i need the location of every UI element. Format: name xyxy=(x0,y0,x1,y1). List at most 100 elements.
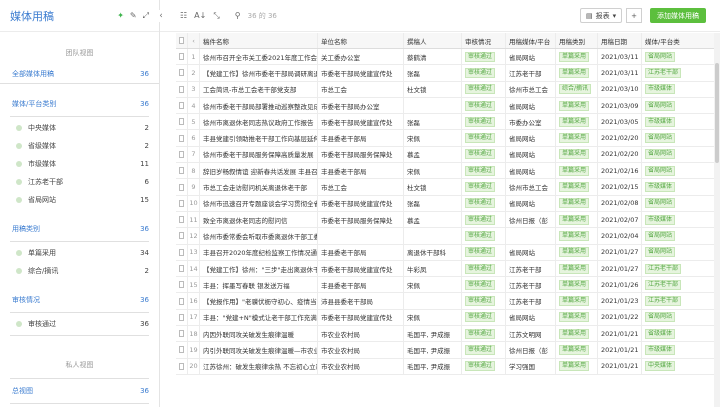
cell-media[interactable]: 江苏老干部 xyxy=(506,293,556,309)
table-row[interactable]: 6 丰县党建引领助推老干部工作向基层延伸 丰县委老干部局 宋佩 审核通过 省局网站 单篇采用… xyxy=(176,130,714,147)
cell-title[interactable]: 致全市离退休老同志的慰问信 xyxy=(200,211,318,228)
all-media-item[interactable]: 全部媒体用稿 36 xyxy=(0,64,159,84)
sidebar-item[interactable]: 中央媒体 2 xyxy=(0,119,159,137)
cell-title[interactable]: 徐州市委常委会听取市委离退休干部工委 xyxy=(200,228,318,244)
table-row[interactable]: 10 徐州市迅速召开专题座谈会学习贯彻全省 市委老干部局党建宣传处 张磊 审核通过 省局网… xyxy=(176,195,714,212)
cell-author[interactable]: 宋佩 xyxy=(404,163,462,179)
row-checkbox[interactable] xyxy=(179,362,184,370)
cell-media[interactable]: 省局网站 xyxy=(506,49,556,65)
table-row[interactable]: 19 内引外联同攻关破发生痕律温暖—市农业 市农业农村局 毛国平, 尹成振 审核通过 徐州… xyxy=(176,342,714,359)
cell-unit[interactable]: 市委老干部局服务保障处 xyxy=(318,211,404,228)
cell-date[interactable]: 2021/03/11 xyxy=(598,65,642,81)
header-type[interactable]: 用稿类别 xyxy=(556,33,598,48)
cell-author[interactable]: 宋佩 xyxy=(404,277,462,293)
header-author[interactable]: 撰稿人 xyxy=(404,33,462,48)
table-row[interactable]: 20 江苏徐州：破发生痕律余热 不忘初心立新功 市农业农村局 毛国平, 尹成振 审核通过… xyxy=(176,358,714,375)
cell-date[interactable]: 2021/01/23 xyxy=(598,293,642,309)
cell-media[interactable] xyxy=(506,228,556,244)
cell-author[interactable]: 牛彩凤 xyxy=(404,260,462,277)
cell-author[interactable] xyxy=(404,293,462,309)
cell-unit[interactable]: 关工委办公室 xyxy=(318,49,404,65)
cell-media[interactable]: 江苏老干部 xyxy=(506,277,556,293)
cell-author[interactable]: 张磊 xyxy=(404,65,462,81)
grid-view-icon[interactable]: ☷ xyxy=(180,11,187,20)
cell-date[interactable]: 2021/01/22 xyxy=(598,309,642,326)
row-checkbox[interactable] xyxy=(179,297,184,305)
cell-author[interactable]: 杜文锁 xyxy=(404,179,462,195)
cell-title[interactable]: 【党建工作】徐州："三步"走出离退休干部 xyxy=(200,260,318,277)
cell-media[interactable]: 徐州市总工会 xyxy=(506,179,556,195)
table-row[interactable]: 8 辞旧岁畅叙情谊 迎新春共话发展 丰县召开 丰县委老干部局 宋佩 审核通过 省局网站 单篇… xyxy=(176,163,714,180)
sidebar-item[interactable]: 省局网站 15 xyxy=(0,191,159,209)
table-row[interactable]: 14 【党建工作】徐州："三步"走出离退休干部 市委老干部局党建宣传处 牛彩凤 审核通过… xyxy=(176,260,714,278)
cell-media[interactable]: 江苏文明网 xyxy=(506,326,556,342)
wrench-icon[interactable]: ✎ xyxy=(130,11,137,21)
cell-title[interactable]: 工会简讯-市总工会老干部党支部 xyxy=(200,81,318,97)
cell-media[interactable]: 省局网站 xyxy=(506,309,556,326)
row-checkbox[interactable] xyxy=(179,53,184,61)
scrollbar[interactable] xyxy=(714,33,720,407)
cell-title[interactable]: 丰县召开2020年度纪检监察工作情况通报 xyxy=(200,244,318,260)
cell-author[interactable]: 宋佩 xyxy=(404,309,462,326)
cell-date[interactable]: 2021/03/05 xyxy=(598,114,642,130)
cell-media[interactable]: 省局网站 xyxy=(506,163,556,179)
cell-unit[interactable]: 丰县委老干部局 xyxy=(318,130,404,146)
cell-author[interactable]: 离退休干部科 xyxy=(404,244,462,260)
cell-unit[interactable]: 市委老干部局党建宣传处 xyxy=(318,114,404,130)
add-report-button[interactable]: + xyxy=(626,8,642,23)
cell-date[interactable]: 2021/02/15 xyxy=(598,179,642,195)
cell-title[interactable]: 江苏徐州：破发生痕律余热 不忘初心立新功 xyxy=(200,358,318,374)
cell-unit[interactable] xyxy=(318,228,404,244)
cell-media[interactable]: 学习强国 xyxy=(506,358,556,374)
cell-unit[interactable]: 市农业农村局 xyxy=(318,358,404,374)
collapse-rows-icon[interactable]: ‹ xyxy=(188,33,200,48)
sort-az-icon[interactable]: A↓ xyxy=(194,11,206,20)
cell-unit[interactable]: 沛县县委老干部局 xyxy=(318,293,404,309)
cell-media[interactable]: 省局网站 xyxy=(506,195,556,211)
cell-author[interactable]: 慕孟 xyxy=(404,146,462,163)
cell-author[interactable]: 慕孟 xyxy=(404,211,462,228)
cell-title[interactable]: 丰县：挥墨写春联 银发送万福 xyxy=(200,277,318,293)
sidebar-item[interactable]: 综合/摘讯 2 xyxy=(0,262,159,280)
scrollbar-thumb[interactable] xyxy=(715,63,719,163)
cell-title[interactable]: 【党建工作】徐州市委老干部局调研离退休 xyxy=(200,65,318,81)
cell-unit[interactable]: 市农业农村局 xyxy=(318,326,404,342)
cell-unit[interactable]: 丰县委老干部局 xyxy=(318,277,404,293)
cell-unit[interactable]: 市委老干部局办公室 xyxy=(318,97,404,114)
cell-date[interactable]: 2021/02/07 xyxy=(598,211,642,228)
header-audit[interactable]: 审核情况 xyxy=(462,33,506,48)
add-media-article-button[interactable]: 添加媒体用稿 xyxy=(650,8,706,23)
cell-title[interactable]: 徐州市委老干部局服务保障高质量发展 xyxy=(200,146,318,163)
row-checkbox[interactable] xyxy=(179,281,184,289)
cell-title[interactable]: 徐州市委老干部局部署推动巡察整改见成效 xyxy=(200,97,318,114)
cell-media[interactable]: 省局网站 xyxy=(506,130,556,146)
row-checkbox[interactable] xyxy=(179,118,184,126)
cell-title[interactable]: 徐州市离退休老同志热议政府工作报告 xyxy=(200,114,318,130)
table-row[interactable]: 16 【党报作用】"老骥伏枥守初心、疫情当前 沛县县委老干部局 审核通过 江苏老干部 单篇… xyxy=(176,293,714,310)
table-row[interactable]: 5 徐州市离退休老同志热议政府工作报告 市委老干部局党建宣传处 张磊 审核通过 市委办公室… xyxy=(176,114,714,131)
cell-author[interactable] xyxy=(404,228,462,244)
row-checkbox[interactable] xyxy=(179,216,184,224)
cell-media[interactable]: 市委办公室 xyxy=(506,114,556,130)
cell-date[interactable]: 2021/03/11 xyxy=(598,49,642,65)
cell-media[interactable]: 徐州日报（彭 xyxy=(506,211,556,228)
table-row[interactable]: 11 致全市离退休老同志的慰问信 市委老干部局服务保障处 慕孟 审核通过 徐州日报（彭 单篇… xyxy=(176,211,714,229)
cell-date[interactable]: 2021/01/21 xyxy=(598,358,642,374)
cell-author[interactable]: 毛国平, 尹成振 xyxy=(404,358,462,374)
row-checkbox[interactable] xyxy=(179,134,184,142)
audit-group[interactable]: 审核情况 36 xyxy=(0,290,159,310)
cell-date[interactable]: 2021/01/27 xyxy=(598,244,642,260)
cell-date[interactable]: 2021/01/26 xyxy=(598,277,642,293)
cell-title[interactable]: 内引外联同攻关破发生痕律温暖—市农业 xyxy=(200,342,318,358)
cell-author[interactable]: 蔡鹤清 xyxy=(404,49,462,65)
table-row[interactable]: 15 丰县：挥墨写春联 银发送万福 丰县委老干部局 宋佩 审核通过 江苏老干部 单篇采用 20… xyxy=(176,277,714,294)
cell-author[interactable]: 杜文锁 xyxy=(404,81,462,97)
header-platform[interactable]: 媒体/平台类 xyxy=(642,33,696,48)
cell-media[interactable]: 江苏老干部 xyxy=(506,260,556,277)
cell-unit[interactable]: 市总工会 xyxy=(318,179,404,195)
table-row[interactable]: 18 内因外联同攻关破发生痕律温暖 市农业农村局 毛国平, 尹成振 审核通过 江苏文明网单… xyxy=(176,326,714,343)
cell-date[interactable]: 2021/02/04 xyxy=(598,228,642,244)
cell-date[interactable]: 2021/01/21 xyxy=(598,342,642,358)
overview-item[interactable]: 总视图 36 xyxy=(0,381,159,401)
cell-author[interactable]: 毛国平, 尹成振 xyxy=(404,326,462,342)
